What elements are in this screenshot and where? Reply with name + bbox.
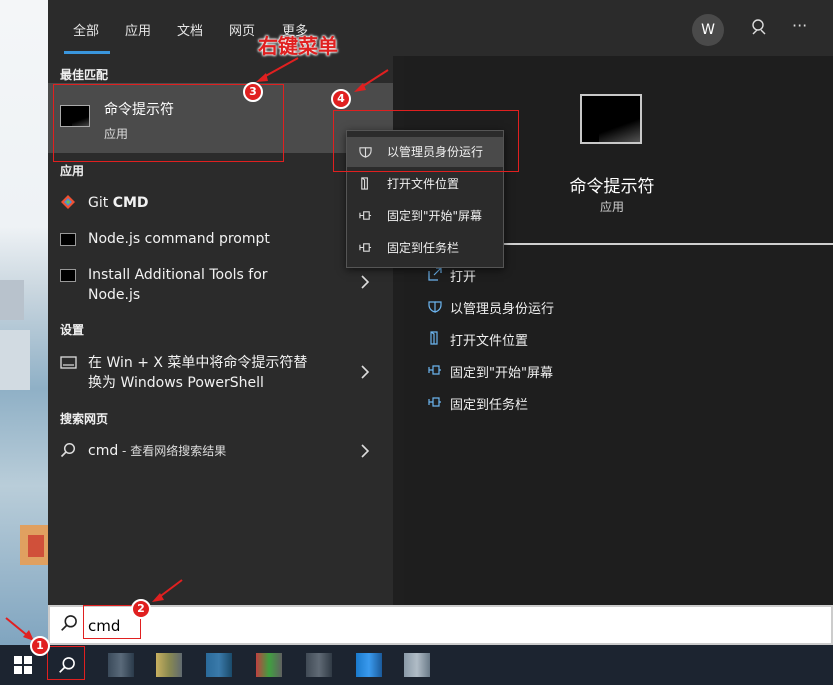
preview-action-open[interactable]: 打开 [428,266,476,285]
pin-icon [428,363,450,381]
taskbar-app-icon[interactable] [206,653,232,677]
folder-icon [428,331,450,349]
taskbar-app-icon[interactable] [256,653,282,677]
annotation-label: 右键菜单 [258,34,338,58]
context-item-open-location[interactable]: 打开文件位置 [347,169,503,199]
search-icon [60,442,76,462]
feedback-icon[interactable] [750,18,768,40]
context-item-pin-start[interactable]: 固定到"开始"屏幕 [347,201,503,231]
section-apps: 应用 [60,164,85,178]
context-item-open-location-label: 打开文件位置 [387,177,460,191]
list-item-git-cmd[interactable]: Git CMD [48,192,393,216]
preview-action-run-admin[interactable]: 以管理员身份运行 [428,298,554,317]
annotation-badge-3: 3 [243,82,263,102]
list-item-nodejs-prompt[interactable]: Node.js command prompt [48,228,393,252]
user-avatar-button[interactable]: W [692,14,724,46]
console-app-icon [60,233,76,246]
taskbar-app-icon[interactable] [404,653,430,677]
pin-icon [359,201,377,233]
taskbar [0,645,833,685]
annotation-badge-4: 4 [331,89,351,109]
settings-window-icon [60,356,77,373]
winx-setting-line2: 换为 Windows PowerShell [88,375,264,391]
preview-action-open-location[interactable]: 打开文件位置 [428,330,528,349]
annotation-badge-1: 1 [30,636,50,656]
preview-action-open-label: 打开 [450,270,477,285]
tab-all[interactable]: 全部 [73,20,99,39]
git-icon [60,194,76,214]
pin-icon [359,233,377,265]
context-item-pin-start-label: 固定到"开始"屏幕 [387,209,483,223]
more-options-icon[interactable]: ··· [792,16,807,35]
taskbar-app-icon[interactable] [108,653,134,677]
search-icon [60,614,78,637]
preview-action-open-location-label: 打开文件位置 [450,334,529,349]
web-query: cmd [88,443,119,459]
cmd-large-icon [580,94,642,144]
annotation-badge-2: 2 [131,599,151,619]
taskbar-app-icon[interactable] [306,653,332,677]
taskbar-app-icon[interactable] [156,653,182,677]
folder-icon [359,169,377,201]
annotation-box-run-admin [333,110,519,172]
annotation-box-taskbar-search [47,646,85,680]
preview-action-pin-taskbar[interactable]: 固定到任务栏 [428,394,528,413]
list-item-winx-setting[interactable]: 在 Win + X 菜单中将命令提示符替 换为 Windows PowerShe… [48,352,393,396]
git-cmd-bold: CMD [112,195,149,211]
active-tab-indicator [64,51,110,54]
git-cmd-prefix: Git [88,195,113,211]
console-app-icon [60,269,76,282]
list-item-web-search[interactable]: cmd - 查看网络搜索结果 [48,440,393,464]
shield-icon [428,299,450,317]
pin-icon [428,395,450,413]
install-tools-line1: Install Additional Tools for [88,267,268,283]
winx-setting-line1: 在 Win + X 菜单中将命令提示符替 [88,355,308,371]
nodejs-prompt-label: Node.js command prompt [88,231,270,247]
preview-title: 命令提示符 [569,177,655,197]
context-item-pin-taskbar-label: 固定到任务栏 [387,241,460,255]
tab-web[interactable]: 网页 [229,20,255,39]
web-suffix: - 查看网络搜索结果 [118,444,227,458]
desktop-background [0,0,48,648]
tab-apps[interactable]: 应用 [125,20,151,39]
windows-start-icon[interactable] [14,656,32,674]
search-box[interactable]: cmd [48,605,833,645]
preview-action-pin-taskbar-label: 固定到任务栏 [450,398,529,413]
install-tools-line2: Node.js [88,287,141,303]
taskbar-app-icon[interactable] [356,653,382,677]
chevron-right-icon[interactable] [360,443,370,462]
section-settings: 设置 [60,323,85,337]
tab-documents[interactable]: 文档 [177,20,203,39]
list-item-install-tools[interactable]: Install Additional Tools for Node.js [48,264,393,308]
context-item-pin-taskbar[interactable]: 固定到任务栏 [347,233,503,263]
preview-action-pin-start[interactable]: 固定到"开始"屏幕 [428,362,553,381]
section-best-match: 最佳匹配 [60,68,109,82]
open-icon [428,267,450,285]
chevron-right-icon[interactable] [360,364,370,383]
section-web: 搜索网页 [60,412,109,426]
preview-action-run-admin-label: 以管理员身份运行 [450,302,555,317]
chevron-right-icon[interactable] [360,274,370,293]
preview-action-pin-start-label: 固定到"开始"屏幕 [450,366,553,381]
preview-subtitle: 应用 [599,200,624,214]
